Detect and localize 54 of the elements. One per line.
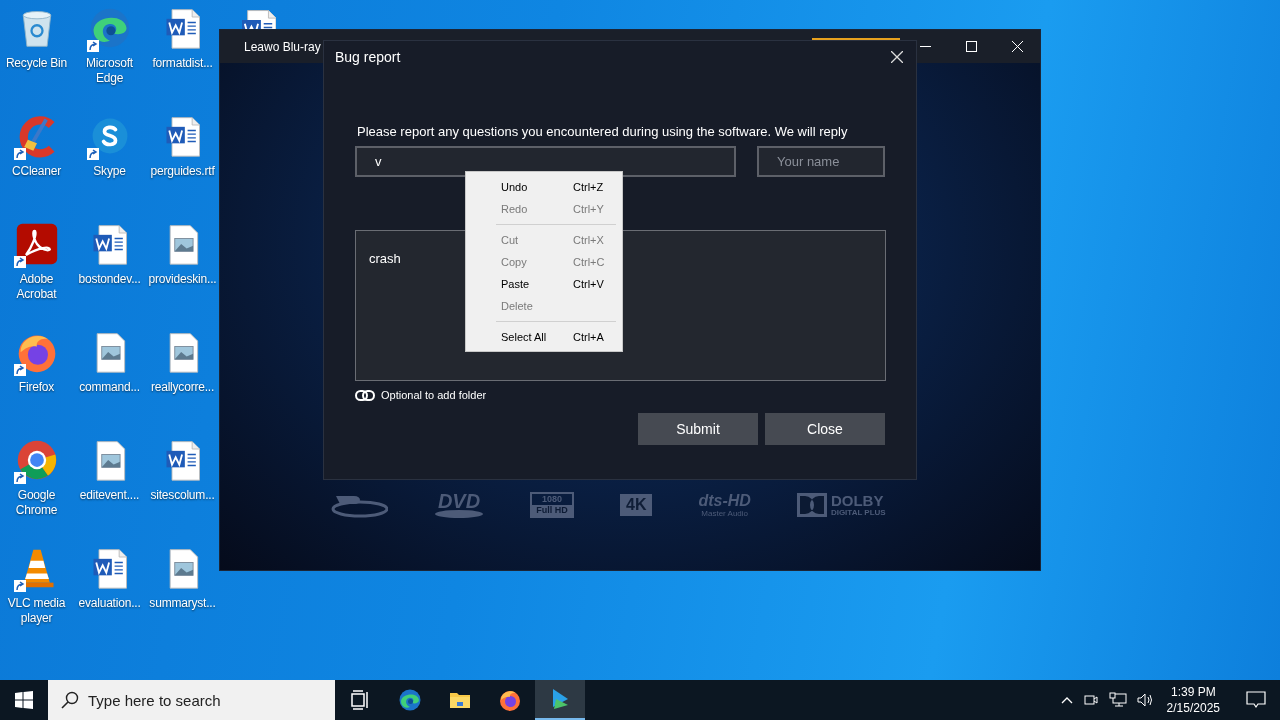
dialog-button[interactable]: Submit xyxy=(638,413,758,445)
4k-logo: 4K xyxy=(620,494,653,516)
notification-icon[interactable] xyxy=(1246,691,1266,709)
full-hd-logo: 1080 Full HD xyxy=(530,492,574,518)
name-field[interactable]: Your name xyxy=(757,146,885,177)
dialog-title: Bug report xyxy=(335,49,401,65)
add-folder-link[interactable]: Optional to add folder xyxy=(381,389,487,401)
search-field[interactable]: Type here to search xyxy=(48,680,335,720)
desktop-shortcut[interactable]: provideskin... xyxy=(146,222,219,330)
search-icon xyxy=(61,691,79,709)
menu-item[interactable]: Undo Ctrl+Z xyxy=(468,176,620,198)
close-icon xyxy=(1011,41,1023,52)
desktop-shortcut[interactable]: bostondev... xyxy=(73,222,146,330)
desktop-shortcut[interactable]: evaluation... xyxy=(73,546,146,654)
desktop-shortcut[interactable]: command... xyxy=(73,330,146,438)
desktop-shortcut[interactable]: Microsoft Edge xyxy=(73,6,146,114)
desktop-shortcut[interactable]: editevent.... xyxy=(73,438,146,546)
edge-icon xyxy=(398,688,422,712)
dialog-button[interactable]: Close xyxy=(765,413,885,445)
desktop-shortcut[interactable]: Firefox xyxy=(0,330,73,438)
word-document-icon[interactable] xyxy=(242,10,276,30)
desktop-shortcut[interactable]: VLC media player xyxy=(0,546,73,654)
menu-item[interactable]: Paste Ctrl+V xyxy=(468,273,620,295)
desktop-shortcut[interactable]: Adobe Acrobat xyxy=(0,222,73,330)
close-icon[interactable] xyxy=(890,50,904,64)
desktop-shortcut[interactable]: Google Chrome xyxy=(0,438,73,546)
desktop-shortcut[interactable]: formatdist... xyxy=(146,6,219,114)
acrobat-icon xyxy=(14,222,59,266)
firefox-icon xyxy=(498,688,522,712)
dvd-logo: DVD xyxy=(434,492,484,518)
clock[interactable]: 1:39 PM 2/15/2025 xyxy=(1166,684,1220,716)
network-icon[interactable] xyxy=(1108,692,1127,708)
desktop-shortcut[interactable]: summaryst... xyxy=(146,546,219,654)
desktop-shortcut[interactable]: CCleaner xyxy=(0,114,73,222)
desktop-shortcut[interactable]: perguides.rtf xyxy=(146,114,219,222)
dts-hd-logo: dts-HD Master Audio xyxy=(698,492,751,518)
window-title: Leawo Blu-ray xyxy=(244,39,321,54)
clock-time: 1:39 PM xyxy=(1170,684,1216,700)
dolby-logo: DOLBY DIGITAL PLUS xyxy=(796,493,886,517)
windows-logo-icon xyxy=(15,691,33,709)
maximize-icon xyxy=(965,41,977,52)
instruction-text: Please report any questions you encountered during using the software. We will reply xyxy=(357,123,849,141)
taskbar-app-button[interactable] xyxy=(535,680,585,720)
desktop-shortcut[interactable]: sitescolum... xyxy=(146,438,219,546)
desktop-shortcut[interactable]: Skype xyxy=(73,114,146,222)
menu-item[interactable]: Select All Ctrl+A xyxy=(468,326,620,348)
clock-date: 2/15/2025 xyxy=(1166,700,1220,716)
chevron-up-icon[interactable] xyxy=(1060,696,1073,704)
desktop-shortcut[interactable]: Recycle Bin xyxy=(0,6,73,114)
email-field[interactable]: v xyxy=(355,146,736,177)
speaker-icon[interactable] xyxy=(1136,692,1155,708)
desktop-shortcut[interactable]: reallycorre... xyxy=(146,330,219,438)
camera-icon[interactable] xyxy=(1082,692,1099,708)
link-icon xyxy=(355,389,375,401)
